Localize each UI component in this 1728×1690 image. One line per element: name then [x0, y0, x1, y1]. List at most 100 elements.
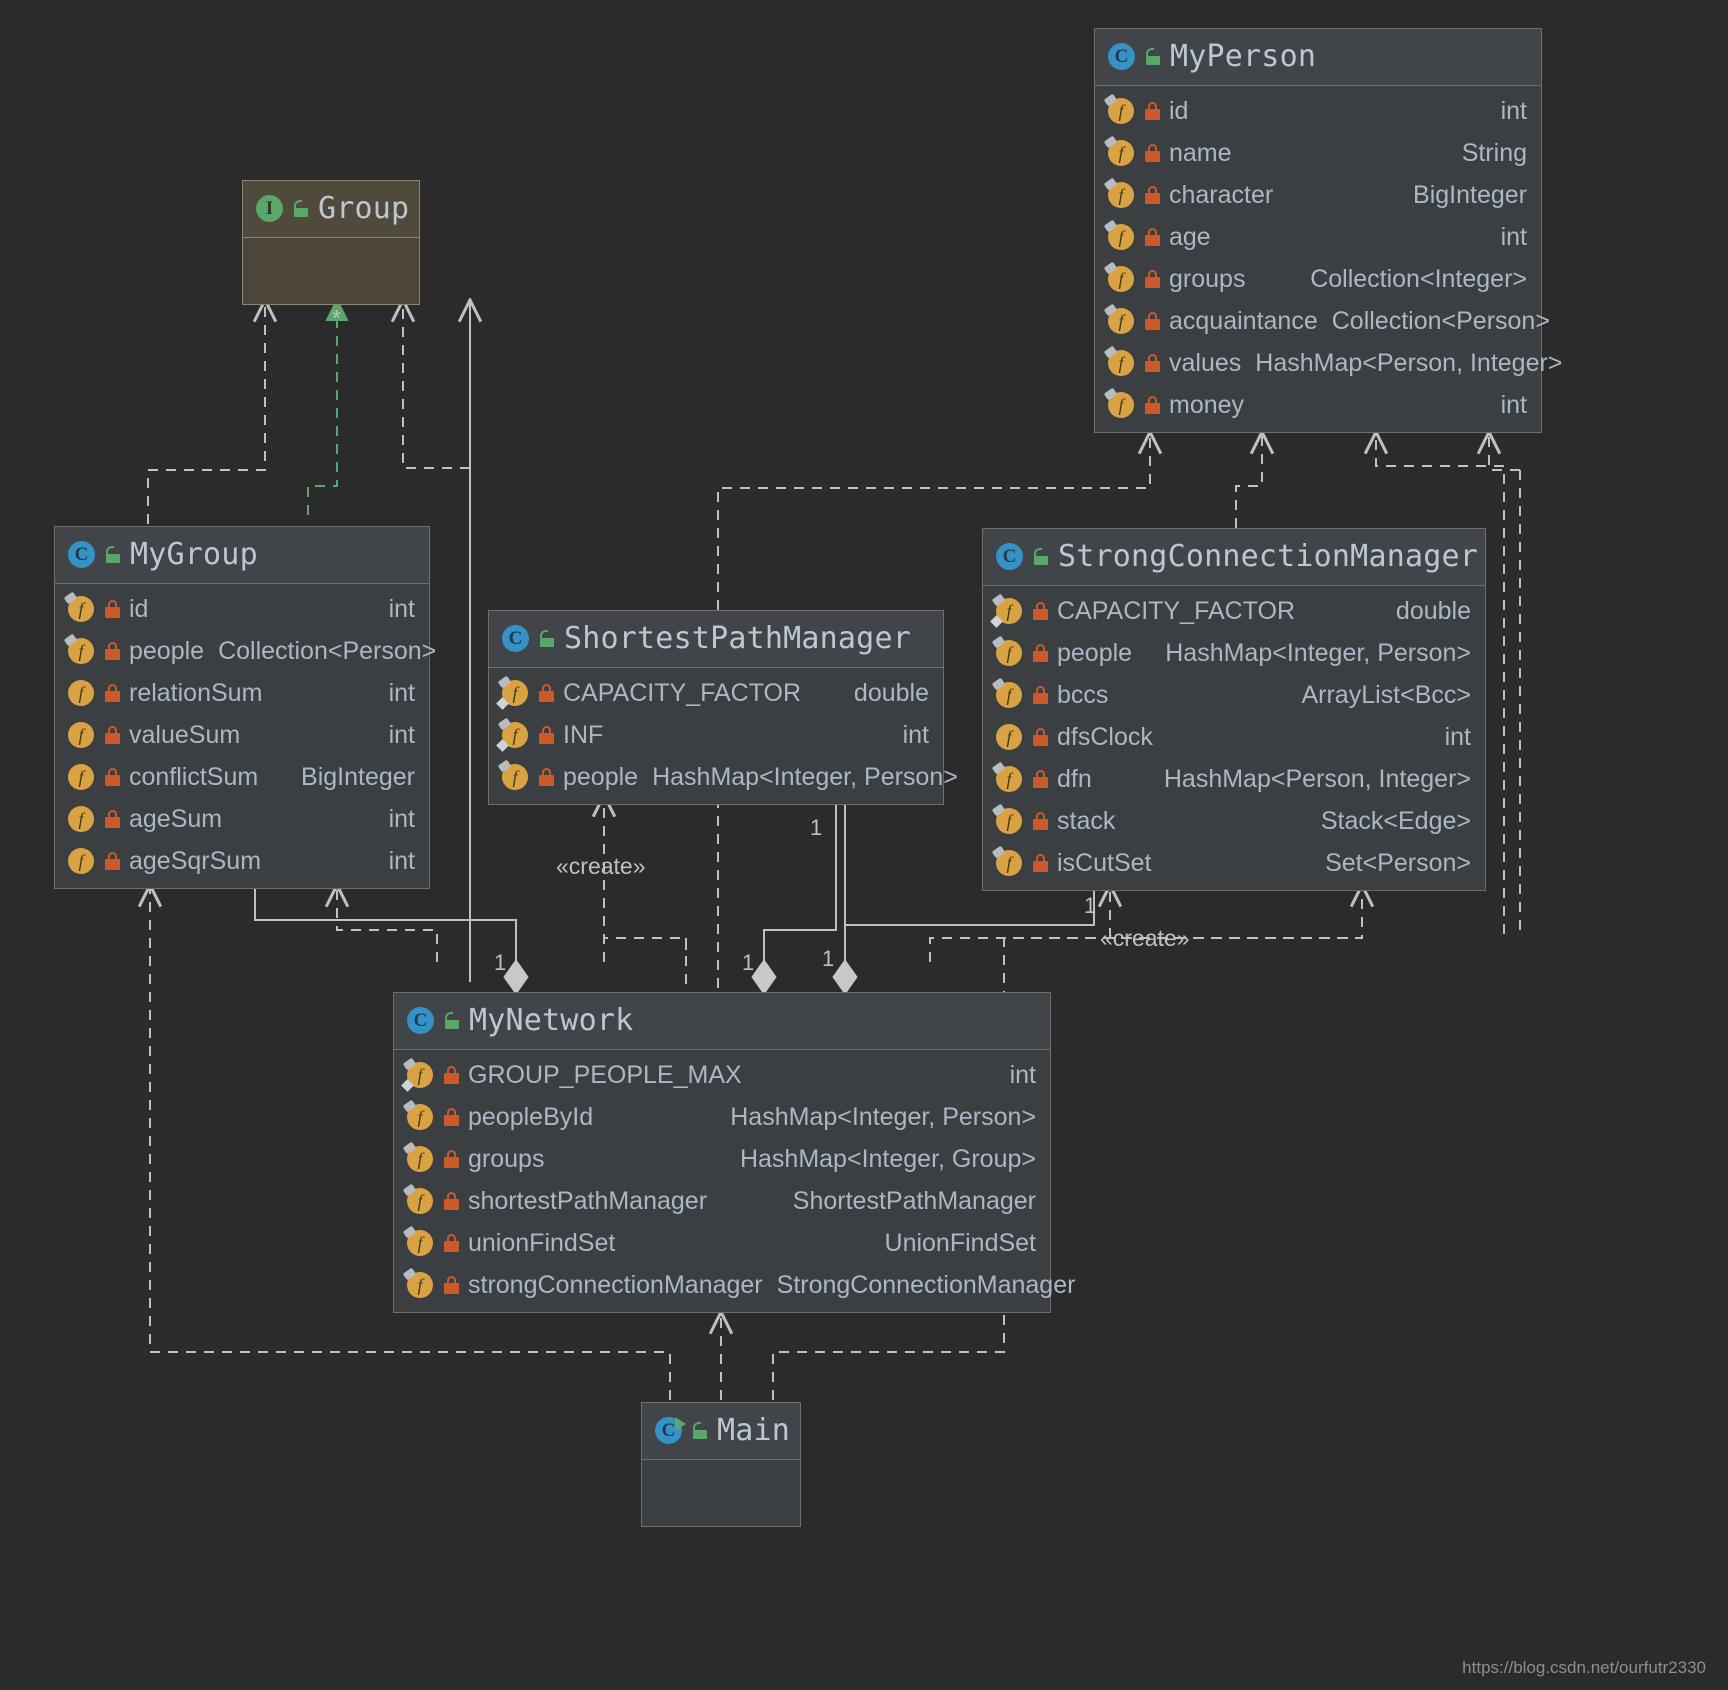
field-row[interactable]: f dfn HashMap<Person, Integer> [983, 758, 1485, 800]
field-name: id [129, 594, 149, 623]
interface-node-group[interactable]: I Group [242, 180, 420, 305]
field-name: ageSqrSum [129, 846, 262, 875]
field-row[interactable]: f stack Stack<Edge> [983, 800, 1485, 842]
field-list-empty [642, 1460, 800, 1526]
field-row[interactable]: f ageSum int [55, 798, 429, 840]
field-row[interactable]: f age int [1095, 216, 1541, 258]
field-icon: f [502, 680, 528, 706]
field-row[interactable]: f name String [1095, 132, 1541, 174]
class-icon: C [68, 541, 95, 568]
lock-icon [444, 1150, 459, 1168]
field-row[interactable]: f money int [1095, 384, 1541, 426]
field-icon: f [996, 724, 1022, 750]
field-icon: f [68, 680, 94, 706]
field-icon: f [1108, 392, 1134, 418]
lock-icon [539, 726, 554, 744]
class-name: StrongConnectionManager [1058, 539, 1479, 574]
field-name: people [129, 636, 205, 665]
field-row[interactable]: f GROUP_PEOPLE_MAX int [394, 1054, 1050, 1096]
field-type: int [388, 678, 415, 707]
lock-icon [1145, 144, 1160, 162]
class-header[interactable]: C Main [642, 1403, 800, 1460]
lock-icon [444, 1066, 459, 1084]
field-row[interactable]: f acquaintance Collection<Person> [1095, 300, 1550, 342]
lock-icon [1145, 396, 1160, 414]
field-row[interactable]: f isCutSet Set<Person> [983, 842, 1485, 884]
lock-icon [105, 684, 120, 702]
class-header[interactable]: C MyPerson [1095, 29, 1541, 86]
field-name: shortestPathManager [468, 1186, 708, 1215]
field-icon: f [502, 764, 528, 790]
field-name: GROUP_PEOPLE_MAX [468, 1060, 742, 1089]
field-row[interactable]: f dfsClock int [983, 716, 1485, 758]
field-type: HashMap<Integer, Person> [730, 1102, 1036, 1131]
field-row[interactable]: f relationSum int [55, 672, 429, 714]
lock-icon [444, 1108, 459, 1126]
field-type: int [1444, 722, 1471, 751]
field-row[interactable]: f people HashMap<Integer, Person> [983, 632, 1485, 674]
field-row[interactable]: f strongConnectionManager StrongConnecti… [394, 1264, 1075, 1306]
field-row[interactable]: f CAPACITY_FACTOR double [983, 590, 1485, 632]
field-icon: f [407, 1188, 433, 1214]
field-name: dfn [1057, 764, 1092, 793]
diagram-canvas: * «create» «create» 1 1 1 1 1 C MyPerson… [0, 0, 1728, 1690]
field-row[interactable]: f groups HashMap<Integer, Group> [394, 1138, 1050, 1180]
field-row[interactable]: f bccs ArrayList<Bcc> [983, 674, 1485, 716]
field-row[interactable]: f people Collection<Person> [55, 630, 436, 672]
field-row[interactable]: f people HashMap<Integer, Person> [489, 756, 958, 798]
class-node-main[interactable]: C Main [641, 1402, 801, 1527]
field-icon: f [996, 808, 1022, 834]
class-header[interactable]: C MyGroup [55, 527, 429, 584]
field-row[interactable]: f shortestPathManager ShortestPathManage… [394, 1180, 1050, 1222]
lock-icon [105, 642, 120, 660]
field-type: int [902, 720, 929, 749]
lock-icon [1033, 686, 1048, 704]
field-name: groups [1169, 264, 1246, 293]
class-node-mynetwork[interactable]: C MyNetwork f GROUP_PEOPLE_MAX int f peo… [393, 992, 1075, 1313]
run-icon: C [655, 1417, 686, 1444]
field-type: HashMap<Integer, Group> [739, 1144, 1036, 1173]
field-row[interactable]: f CAPACITY_FACTOR double [489, 672, 943, 714]
interface-header[interactable]: I Group [243, 181, 419, 238]
class-name: MyGroup [130, 537, 258, 572]
class-node-mygroup[interactable]: C MyGroup f id int f people Collection<P… [54, 526, 436, 889]
lock-icon [444, 1234, 459, 1252]
field-icon: f [1108, 224, 1134, 250]
field-name: unionFindSet [468, 1228, 616, 1257]
lock-icon [1145, 270, 1160, 288]
field-row[interactable]: f INF int [489, 714, 943, 756]
field-row[interactable]: f values HashMap<Person, Integer> [1095, 342, 1562, 384]
class-header[interactable]: C StrongConnectionManager [983, 529, 1485, 586]
class-header[interactable]: C MyNetwork [394, 993, 1050, 1050]
field-type: Set<Person> [1325, 848, 1471, 877]
field-icon: f [68, 596, 94, 622]
unlock-icon [293, 200, 309, 217]
field-row[interactable]: f valueSum int [55, 714, 429, 756]
field-type: int [388, 720, 415, 749]
watermark: https://blog.csdn.net/ourfutr2330 [1462, 1658, 1706, 1677]
field-row[interactable]: f conflictSum BigInteger [55, 756, 429, 798]
field-type: int [1500, 222, 1527, 251]
class-node-myperson[interactable]: C MyPerson f id int f name String f char… [1094, 28, 1562, 433]
class-icon: C [502, 625, 529, 652]
field-icon: f [407, 1062, 433, 1088]
field-row[interactable]: f ageSqrSum int [55, 840, 429, 882]
unlock-icon [1145, 48, 1161, 65]
class-header[interactable]: C ShortestPathManager [489, 611, 943, 668]
field-icon: f [407, 1230, 433, 1256]
lock-icon [1033, 770, 1048, 788]
class-icon: C [1108, 43, 1135, 70]
field-row[interactable]: f id int [1095, 90, 1541, 132]
field-row[interactable]: f id int [55, 588, 429, 630]
field-type: int [388, 804, 415, 833]
class-node-strongconnectionmanager[interactable]: C StrongConnectionManager f CAPACITY_FAC… [982, 528, 1486, 891]
field-row[interactable]: f groups Collection<Integer> [1095, 258, 1541, 300]
field-name: people [563, 762, 639, 791]
unlock-icon [539, 630, 555, 647]
edge-label-create-scm: «create» [1100, 925, 1190, 951]
unlock-icon [444, 1012, 460, 1029]
field-row[interactable]: f unionFindSet UnionFindSet [394, 1222, 1050, 1264]
class-node-shortestpathmanager[interactable]: C ShortestPathManager f CAPACITY_FACTOR … [488, 610, 958, 805]
field-row[interactable]: f peopleById HashMap<Integer, Person> [394, 1096, 1050, 1138]
field-row[interactable]: f character BigInteger [1095, 174, 1541, 216]
